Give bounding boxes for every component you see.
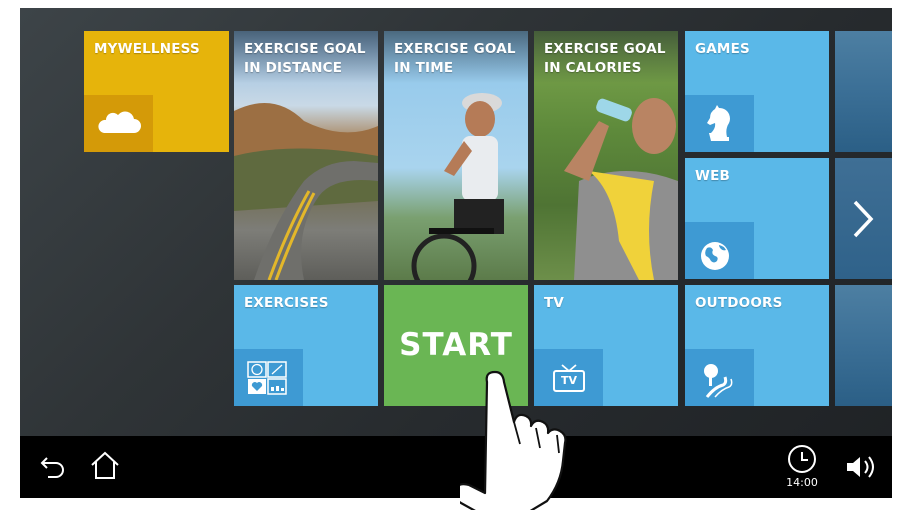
tile-mywellness-label: MYWELLNESS — [94, 41, 200, 57]
tile-outdoors[interactable]: OUTDOORS — [685, 285, 829, 406]
chevron-right-icon — [853, 200, 874, 238]
tile-exercise-goal-time[interactable]: EXERCISE GOAL IN TIME — [384, 31, 528, 280]
next-page-preview — [835, 31, 892, 152]
screen: MYWELLNESS EXERCISE GOAL IN DISTANCE EXE… — [20, 8, 892, 498]
tile-exercises[interactable]: EXERCISES — [234, 285, 378, 406]
tile-exercise-goal-distance[interactable]: EXERCISE GOAL IN DISTANCE — [234, 31, 378, 280]
clock-icon[interactable] — [786, 443, 818, 475]
start-label: START — [399, 327, 513, 363]
tile-calories-label: EXERCISE GOAL IN CALORIES — [544, 41, 666, 76]
tile-web-label: WEB — [695, 168, 731, 184]
pointing-hand-illustration — [460, 370, 567, 510]
exercises-grid-icon — [247, 361, 287, 395]
cloud-icon-box — [84, 95, 153, 152]
volume-icon[interactable] — [845, 452, 879, 482]
back-icon[interactable] — [36, 451, 68, 483]
tile-time-label: EXERCISE GOAL IN TIME — [394, 41, 516, 76]
next-page-preview-bottom — [835, 285, 892, 406]
next-page-button[interactable] — [835, 158, 892, 279]
globe-icon — [701, 242, 729, 270]
outdoors-icon — [704, 364, 733, 398]
tile-mywellness[interactable]: MYWELLNESS — [84, 31, 229, 152]
tile-web[interactable]: WEB — [685, 158, 829, 279]
outdoors-icon-box — [685, 349, 754, 406]
clock-time: 14:00 — [786, 476, 818, 489]
tile-exercises-label: EXERCISES — [244, 295, 329, 311]
tile-distance-label: EXERCISE GOAL IN DISTANCE — [244, 41, 366, 76]
cloud-icon — [98, 111, 141, 133]
navigation-bar: 14:00 — [20, 436, 892, 498]
tile-tv-label: TV — [544, 295, 565, 311]
exercises-icon-box — [234, 349, 303, 406]
chess-knight-icon — [707, 105, 730, 141]
web-icon-box — [685, 222, 754, 279]
tile-games[interactable]: GAMES — [685, 31, 829, 152]
tile-games-label: GAMES — [695, 41, 750, 57]
home-icon[interactable] — [88, 448, 122, 482]
tile-outdoors-label: OUTDOORS — [695, 295, 783, 311]
games-icon-box — [685, 95, 754, 152]
tile-exercise-goal-calories[interactable]: EXERCISE GOAL IN CALORIES — [534, 31, 678, 280]
